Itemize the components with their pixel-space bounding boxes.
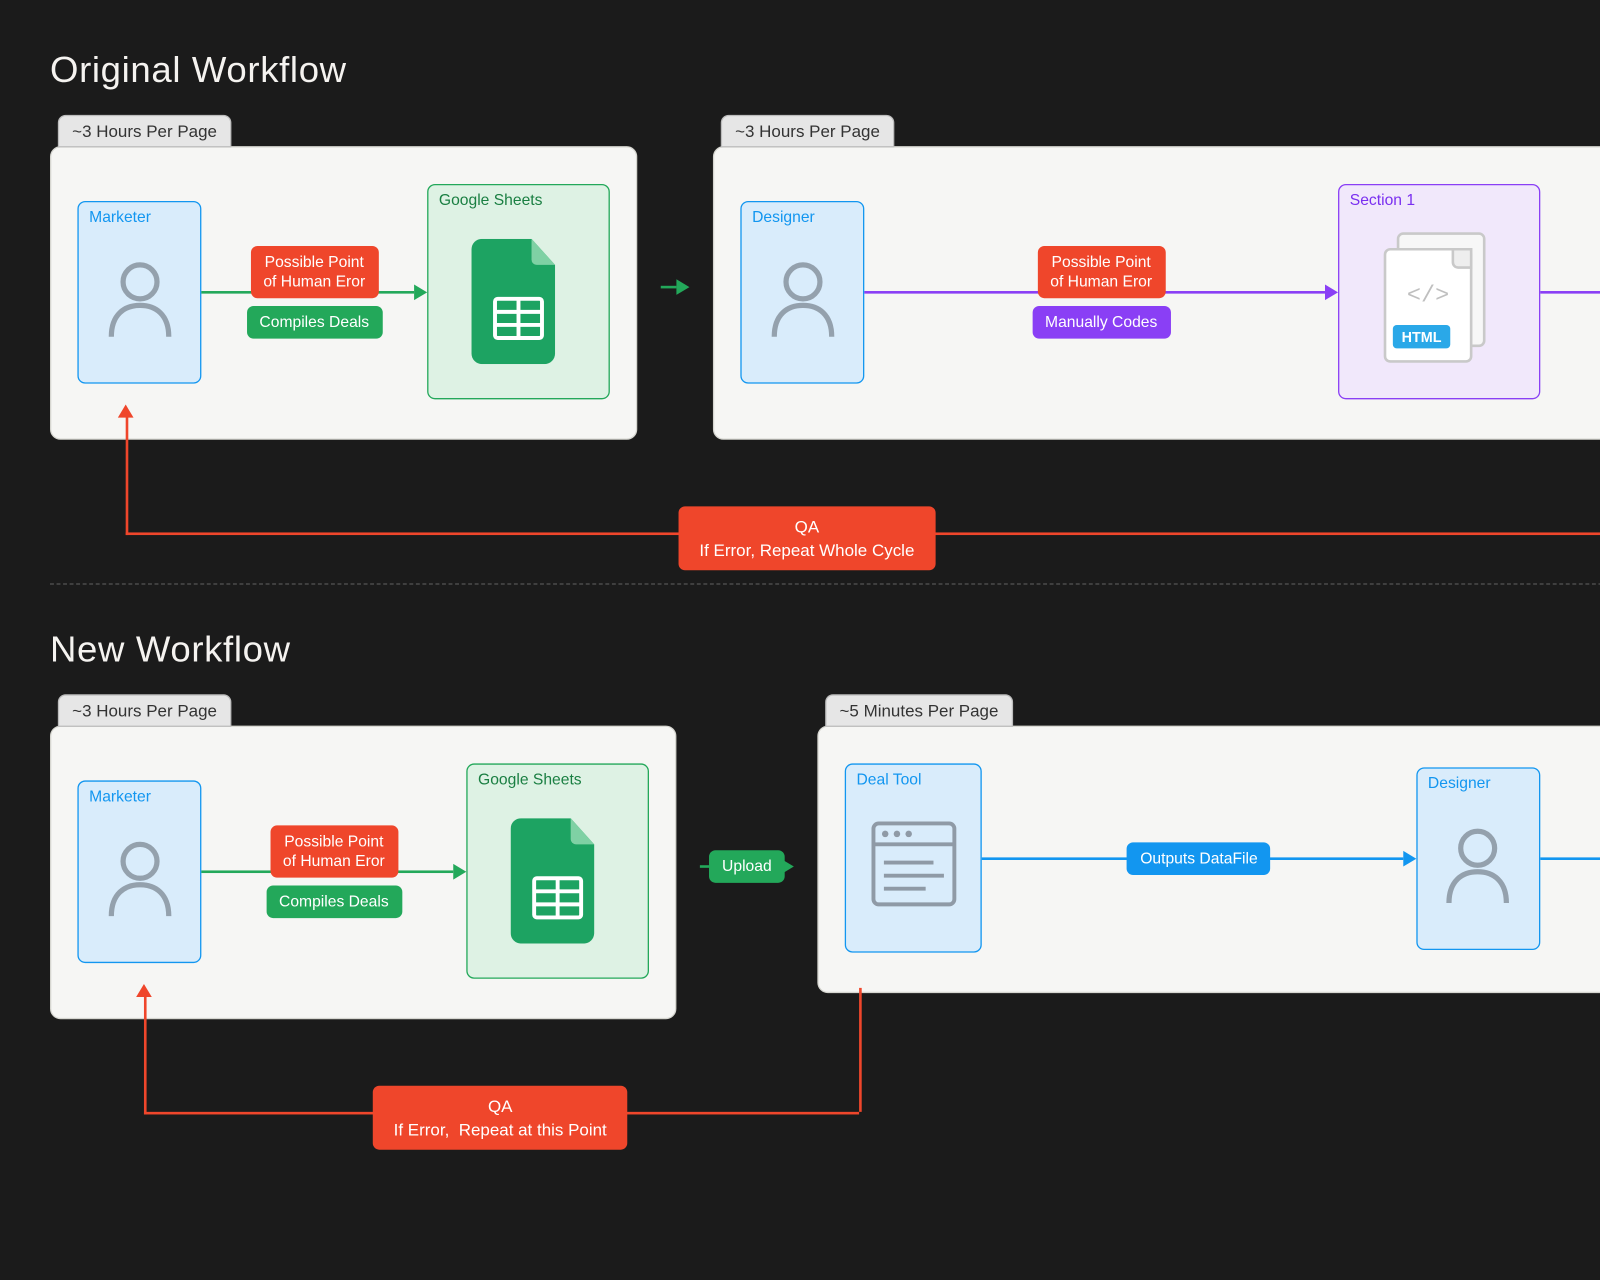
time-tag: ~3 Hours Per Page xyxy=(721,115,894,148)
arrow xyxy=(661,279,690,295)
original-row: ~3 Hours Per Page Marketer xyxy=(50,115,1600,440)
action-chip: Compiles Deals xyxy=(246,305,382,338)
designer-node: Designer xyxy=(1416,767,1540,950)
time-tag: ~5 Minutes Per Page xyxy=(825,694,1013,727)
section-node: Section 1 </> HTML xyxy=(1338,184,1540,399)
arrow: Upload xyxy=(1540,284,1600,300)
new-title: New Workflow xyxy=(50,629,1600,671)
dealtool-label: Deal Tool xyxy=(846,765,980,796)
new-row: ~3 Hours Per Page Marketer Possible Po xyxy=(50,694,1600,1019)
marketer-label: Marketer xyxy=(79,781,200,812)
action-chip: Compiles Deals xyxy=(266,885,402,918)
designer-label: Designer xyxy=(742,202,863,233)
arrow: Outputs DataFile xyxy=(982,850,1416,866)
app-window-icon xyxy=(868,818,959,912)
time-tag: ~3 Hours Per Page xyxy=(58,115,231,148)
original-panel-1: ~3 Hours Per Page Marketer xyxy=(50,115,637,440)
time-tag: ~3 Hours Per Page xyxy=(58,694,231,727)
svg-text:</>: </> xyxy=(1406,282,1448,309)
arrow: Possible Point of Human Eror Compiles De… xyxy=(201,863,466,879)
html-file-icon: </> HTML xyxy=(1374,228,1505,374)
sheets-label: Google Sheets xyxy=(428,185,608,216)
arrow: Upload xyxy=(700,858,794,874)
person-icon xyxy=(1442,824,1515,905)
new-panel-1: ~3 Hours Per Page Marketer Possible Po xyxy=(50,694,676,1019)
person-icon xyxy=(103,258,176,339)
action-chip: Manually Codes xyxy=(1032,305,1170,338)
qa-label: QA If Error, Repeat at this Point xyxy=(373,1086,628,1150)
section-label: Section 1 xyxy=(1339,185,1539,216)
person-icon xyxy=(103,837,176,918)
sheets-label: Google Sheets xyxy=(468,765,648,796)
svg-text:HTML: HTML xyxy=(1401,330,1441,346)
arrow: Possible Point of Human Eror Compiles De… xyxy=(201,284,427,300)
dealtool-node: Deal Tool xyxy=(845,763,982,952)
sheets-icon xyxy=(511,818,605,943)
arrow: Upload xyxy=(1540,850,1600,866)
original-title: Original Workflow xyxy=(50,50,1600,92)
arrow: Possible Point of Human Eror Manually Co… xyxy=(864,284,1338,300)
designer-label: Designer xyxy=(1417,768,1538,799)
marketer-node: Marketer xyxy=(77,780,201,963)
marketer-node: Marketer xyxy=(77,200,201,383)
original-panel-2: ~3 Hours Per Page Designer Po xyxy=(713,115,1600,440)
sheets-node: Google Sheets xyxy=(466,763,649,978)
new-panel-2: ~5 Minutes Per Page Deal Tool xyxy=(817,694,1600,1019)
marketer-label: Marketer xyxy=(79,202,200,233)
designer-node: Designer xyxy=(740,200,864,383)
person-icon xyxy=(766,258,839,339)
sheets-icon xyxy=(472,239,566,364)
sheets-node: Google Sheets xyxy=(427,184,610,399)
